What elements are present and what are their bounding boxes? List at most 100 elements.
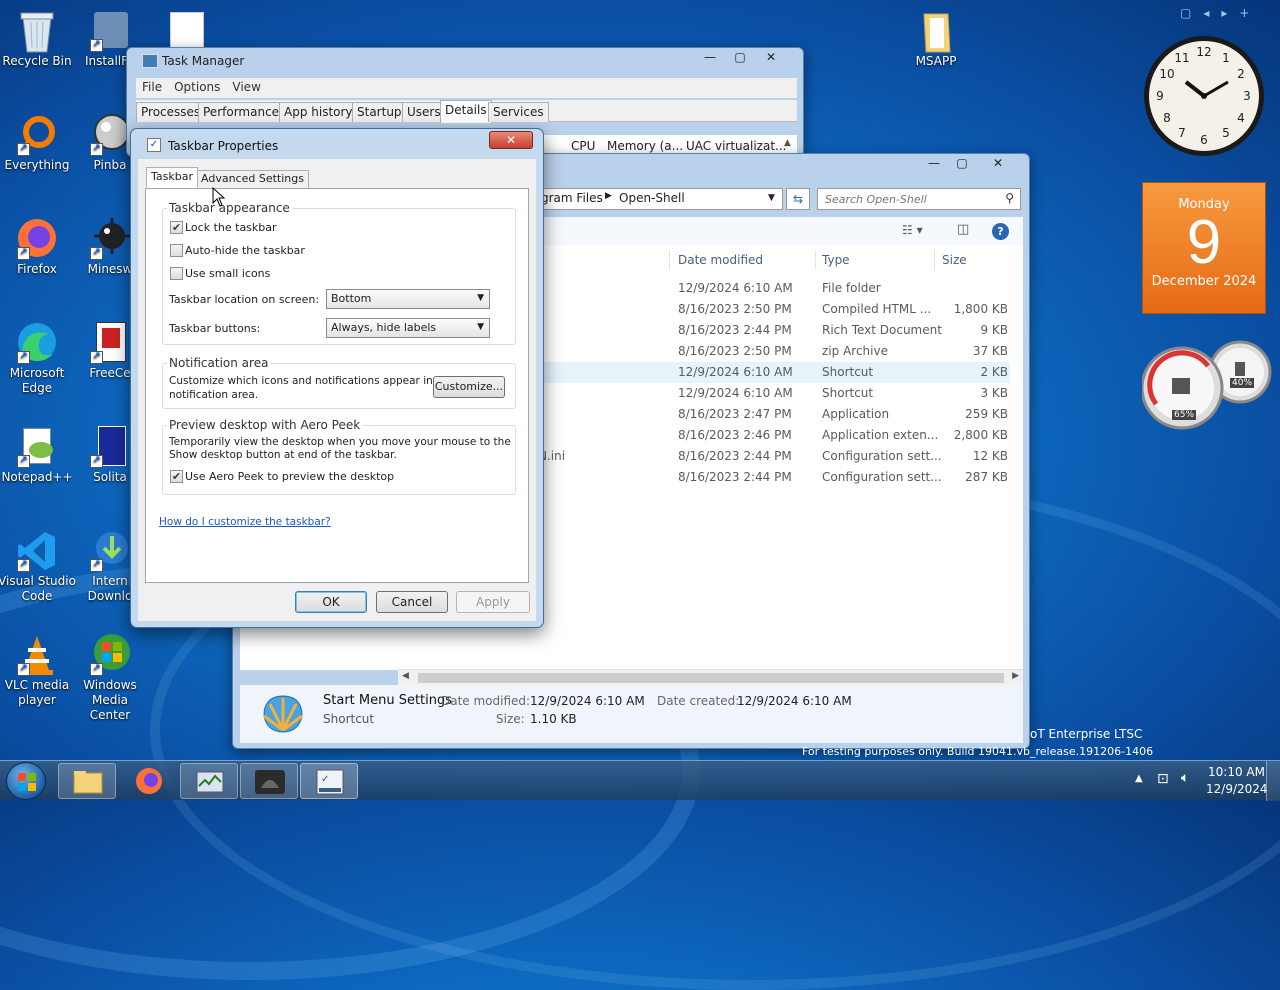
desktop-icon-msapp[interactable]: MSAPP <box>896 8 976 69</box>
dropdown-arrow-icon: ▼ <box>477 293 484 303</box>
shortcut-arrow-icon: ↗ <box>17 351 30 364</box>
desktop-icon-recycle-bin[interactable]: Recycle Bin <box>0 8 77 69</box>
file-type: Application exten... <box>822 428 939 442</box>
apply-button[interactable]: Apply <box>456 591 530 613</box>
column-uac[interactable]: UAC virtualizat... <box>686 139 786 153</box>
ok-button[interactable]: OK <box>295 591 367 613</box>
volume-icon[interactable]: 🔈︎ <box>1181 770 1189 786</box>
column-type[interactable]: Type <box>822 253 850 267</box>
explorer-close-button[interactable]: ✕ <box>980 154 1016 174</box>
taskbar-properties-button[interactable]: ✓ <box>300 763 358 799</box>
tab-app-history[interactable]: App history <box>279 102 358 122</box>
explorer-maximize-button[interactable]: ▢ <box>948 154 976 174</box>
tab-advanced-settings[interactable]: Advanced Settings <box>196 170 309 188</box>
details-file-name: Start Menu Settings <box>323 693 453 708</box>
notification-text: notification area. <box>169 389 259 401</box>
small-icons-checkbox[interactable] <box>170 267 183 280</box>
watermark-edition: oT Enterprise LTSC <box>1030 727 1143 741</box>
task-manager-maximize-button[interactable]: ▢ <box>726 48 754 68</box>
desktop-icon-vscode[interactable]: ↗ Visual Studio Code <box>0 528 77 604</box>
details-date-created: 12/9/2024 6:10 AM <box>737 694 852 708</box>
network-icon[interactable]: ⊡ <box>1157 771 1169 787</box>
file-type: Configuration sett... <box>822 449 942 463</box>
scroll-left-icon[interactable]: ◀ <box>402 671 409 681</box>
column-size[interactable]: Size <box>942 253 967 267</box>
scroll-right-icon[interactable]: ▶ <box>1012 671 1019 681</box>
calendar-gadget[interactable]: Monday 9 December 2024 <box>1142 182 1266 314</box>
desktop-icon-label: Windows Media Center <box>83 678 137 722</box>
column-cpu[interactable]: CPU <box>571 139 595 153</box>
desktop-icon-media-center[interactable]: ↗ Windows Media Center <box>70 632 150 723</box>
tab-details[interactable]: Details <box>440 100 492 123</box>
task-manager-close-button[interactable]: ✕ <box>756 48 786 68</box>
clock-gadget[interactable]: 12 1 2 3 4 5 6 7 8 9 10 11 <box>1142 34 1266 158</box>
shortcut-arrow-icon: ↗ <box>90 663 103 676</box>
tab-services[interactable]: Services <box>488 102 549 122</box>
column-memory[interactable]: Memory (a... <box>607 139 683 153</box>
tab-performance[interactable]: Performance <box>198 102 285 122</box>
menu-view[interactable]: View <box>226 78 266 96</box>
dialog-close-button[interactable]: ✕ <box>489 131 533 149</box>
tab-startup[interactable]: Startup <box>352 102 407 122</box>
tab-taskbar[interactable]: Taskbar <box>146 167 198 188</box>
clock-time[interactable]: 10:10 AM <box>1208 765 1265 779</box>
desktop-icon-label: Visual Studio Code <box>0 574 76 603</box>
desktop-icon-notepadpp[interactable]: ↗ Notepad++ <box>0 424 77 485</box>
start-button[interactable] <box>6 762 46 800</box>
desktop-icon-vlc[interactable]: ↗ VLC media player <box>0 632 77 708</box>
autohide-checkbox[interactable] <box>170 244 183 257</box>
lock-taskbar-checkbox[interactable]: ✔ <box>170 221 183 234</box>
cancel-button[interactable]: Cancel <box>376 591 448 613</box>
location-select[interactable]: Bottom ▼ <box>326 289 490 309</box>
column-date-modified[interactable]: Date modified <box>678 253 763 267</box>
peek-text: Temporarily view the desktop when you mo… <box>169 436 511 448</box>
details-file-kind: Shortcut <box>323 712 375 726</box>
desktop-icon-edge[interactable]: ↗ Microsoft Edge <box>0 320 77 396</box>
breadcrumb-chevron-icon: ▶ <box>605 191 612 201</box>
file-icon[interactable] <box>170 12 204 48</box>
cpu-meter-gadget[interactable]: 65% 40% <box>1140 340 1276 430</box>
address-dropdown-icon[interactable]: ▼ <box>768 193 775 203</box>
clock-date[interactable]: 12/9/2024 <box>1206 782 1268 796</box>
desktop-icon-firefox[interactable]: ↗ Firefox <box>0 216 77 277</box>
address-segment[interactable]: Open-Shell <box>619 191 685 205</box>
customize-button[interactable]: Customize... <box>433 376 505 398</box>
location-label: Taskbar location on screen: <box>169 293 320 306</box>
taskbar-open-shell-button[interactable] <box>240 763 298 799</box>
show-desktop-button[interactable] <box>1266 761 1280 801</box>
taskbar-firefox-button[interactable] <box>120 763 178 799</box>
shortcut-arrow-icon: ↗ <box>90 39 103 52</box>
taskbar-explorer-button[interactable] <box>58 763 116 799</box>
desktop-toolbar: ▢◂▸+ <box>1180 6 1262 20</box>
explorer-minimize-button[interactable]: — <box>920 154 948 174</box>
tab-processes[interactable]: Processes <box>136 102 206 122</box>
menu-options[interactable]: Options <box>168 78 226 96</box>
preview-pane-icon[interactable]: ◫ <box>957 222 969 237</box>
scroll-up-icon[interactable]: ▲ <box>784 138 791 148</box>
desktop-icon-label: MSAPP <box>915 54 957 68</box>
horizontal-scrollbar[interactable]: ◀ ▶ <box>398 669 1023 685</box>
menu-file[interactable]: File <box>136 78 168 96</box>
file-size: 287 KB <box>965 470 1008 484</box>
help-link[interactable]: How do I customize the taskbar? <box>159 516 331 528</box>
scrollbar-thumb[interactable] <box>418 673 1004 683</box>
search-box[interactable]: ⚲ <box>817 188 1021 210</box>
taskbar-properties-dialog[interactable]: ✓ Taskbar Properties ✕ Taskbar Advanced … <box>130 128 544 628</box>
aero-peek-checkbox[interactable]: ✔ <box>170 470 183 483</box>
task-manager-minimize-button[interactable]: — <box>696 48 724 68</box>
svg-text:✓: ✓ <box>321 774 329 785</box>
desktop-icon-everything[interactable]: ↗ Everything <box>0 112 77 173</box>
search-icon: ⚲ <box>1005 191 1014 205</box>
address-segment[interactable]: gram Files <box>541 191 603 205</box>
buttons-select[interactable]: Always, hide labels ▼ <box>326 318 490 338</box>
search-input[interactable] <box>823 190 993 208</box>
memory-value: 40% <box>1230 378 1255 388</box>
taskbar-task-manager-button[interactable] <box>180 763 238 799</box>
refresh-button[interactable]: ⇆ <box>786 188 810 210</box>
notepadpp-icon: ↗ <box>15 424 59 468</box>
view-options-icon[interactable]: ☷ ▾ <box>902 223 923 237</box>
help-icon[interactable]: ? <box>992 223 1009 240</box>
column-divider <box>815 250 816 270</box>
shortcut-arrow-icon: ↗ <box>17 663 30 676</box>
show-hidden-icons-button[interactable]: ▲ <box>1135 773 1143 784</box>
